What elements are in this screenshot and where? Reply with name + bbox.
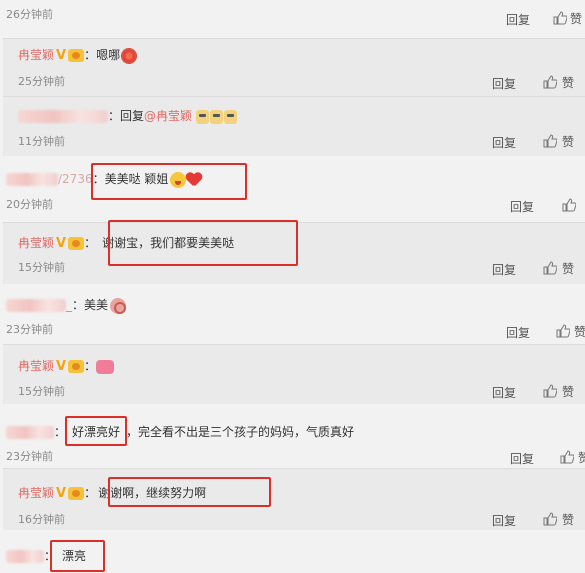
comment-content: ： 漂亮	[6, 547, 86, 564]
separator: ：	[44, 549, 57, 563]
reply-prefix: 回复	[120, 109, 145, 123]
username-blurred[interactable]	[6, 173, 58, 186]
verified-icon: V	[56, 359, 67, 374]
bluff-emoji-icon	[110, 297, 127, 314]
separator: ：	[84, 359, 97, 373]
pink-hands-emoji-icon	[96, 359, 115, 374]
comment-time: 25分钟前	[18, 75, 65, 88]
separator: ：	[72, 298, 85, 312]
comment-item: 26分钟前 回复 赞	[0, 0, 585, 38]
comment-time: 23分钟前	[6, 450, 53, 463]
username[interactable]: 冉莹颖	[18, 236, 54, 250]
comment-content: 冉莹颖 V ： 谢谢宝，我们都要美美哒	[18, 234, 234, 251]
comment-item: ： 漂亮	[0, 530, 585, 573]
verified-icon: V	[56, 486, 67, 501]
separator: ：	[54, 425, 67, 439]
thumbs-up-icon[interactable]	[553, 11, 567, 25]
comment-content: /2736：美美哒 颖姐	[6, 170, 202, 188]
reply-button[interactable]: 回复	[492, 134, 516, 151]
comment-time: 20分钟前	[6, 198, 53, 211]
reply-item: 冉莹颖 V ：嗯哪 25分钟前 回复 赞	[3, 38, 585, 96]
comment-text: 嗯哪	[96, 48, 121, 62]
thumbs-up-icon[interactable]	[556, 324, 570, 338]
reply-button[interactable]: 回复	[492, 512, 516, 529]
comment-text: 漂亮	[62, 549, 87, 563]
comment-content: ： 好漂亮好 ，完全看不出是三个孩子的妈妈，气质真好	[6, 423, 354, 440]
mention-link[interactable]: @冉莹颖	[144, 109, 192, 123]
like-button[interactable]: 赞	[562, 383, 574, 400]
reply-button[interactable]: 回复	[510, 198, 534, 215]
comment-time: 23分钟前	[6, 323, 53, 336]
comment-content: 冉莹颖 V ：谢谢啊，继续努力啊	[18, 484, 206, 501]
fan-badge-icon	[68, 487, 85, 500]
doge-emoji-icon	[224, 109, 238, 124]
heart-emoji-icon	[186, 173, 202, 187]
username-blurred[interactable]	[6, 550, 44, 563]
comment-text: 谢谢啊，继续努力啊	[98, 486, 207, 500]
reply-button[interactable]: 回复	[492, 75, 516, 92]
fan-badge-icon	[68, 360, 85, 373]
username-visible-part[interactable]: /2736	[58, 172, 93, 186]
thumbs-up-icon[interactable]	[543, 512, 557, 526]
like-button[interactable]: 赞	[562, 133, 574, 150]
comment-text: 美美哒 颖姐	[104, 172, 169, 186]
comment-time: 15分钟前	[18, 261, 65, 274]
thumbs-up-icon[interactable]	[543, 384, 557, 398]
separator: ：	[92, 172, 105, 186]
comment-text: ，完全看不出是三个孩子的妈妈，气质真好	[126, 425, 355, 439]
comment-time: 15分钟前	[18, 385, 65, 398]
verified-icon: V	[56, 236, 67, 251]
reply-item: 冉莹颖 V ： 谢谢宝，我们都要美美哒 15分钟前 回复 赞	[3, 222, 585, 284]
comment-item: _：美美 23分钟前 回复 赞	[0, 284, 585, 344]
comment-time: 11分钟前	[18, 135, 65, 148]
doge-emoji-icon	[196, 109, 210, 124]
doge-emoji-icon	[210, 109, 224, 124]
separator: ：	[84, 236, 97, 250]
comment-content: 冉莹颖 V ：嗯哪	[18, 46, 137, 63]
thumbs-up-icon[interactable]	[562, 198, 576, 212]
username-blurred[interactable]	[6, 299, 66, 312]
username-blurred[interactable]	[18, 110, 108, 123]
like-button[interactable]: 赞	[562, 260, 574, 277]
username[interactable]: 冉莹颖	[18, 48, 54, 62]
verified-icon: V	[56, 48, 67, 63]
reply-button[interactable]: 回复	[492, 261, 516, 278]
comment-text-highlighted: 好漂亮好	[72, 425, 121, 439]
comment-time: 16分钟前	[18, 513, 65, 526]
comment-content: ：回复@冉莹颖	[18, 107, 238, 124]
thumbs-up-icon[interactable]	[543, 75, 557, 89]
separator: ：	[84, 486, 97, 500]
comment-text: 谢谢宝，我们都要美美哒	[102, 236, 235, 250]
reply-item: 冉莹颖 V ：谢谢啊，继续努力啊 16分钟前 回复 赞	[3, 468, 585, 530]
reply-item: ：回复@冉莹颖 11分钟前 回复 赞	[3, 96, 585, 156]
comment-content: 冉莹颖 V ：	[18, 357, 115, 374]
fan-badge-icon	[68, 49, 85, 62]
like-button[interactable]: 赞	[562, 74, 574, 91]
comment-time: 26分钟前	[6, 8, 53, 21]
like-button[interactable]: 赞	[570, 10, 582, 27]
reply-item: 冉莹颖 V ： 15分钟前 回复 赞	[3, 344, 585, 404]
comment-item: /2736：美美哒 颖姐 20分钟前 回复	[0, 156, 585, 222]
like-button[interactable]: 赞	[562, 511, 574, 528]
thumbs-up-icon[interactable]	[543, 134, 557, 148]
fan-badge-icon	[68, 237, 85, 250]
like-button[interactable]: 赞	[574, 323, 585, 340]
flower-emoji-icon	[122, 48, 137, 63]
comment-text: 美美	[84, 298, 109, 312]
username[interactable]: 冉莹颖	[18, 486, 54, 500]
reply-button[interactable]: 回复	[506, 11, 530, 28]
tongue-face-emoji-icon	[170, 171, 187, 188]
thumbs-up-icon[interactable]	[560, 450, 574, 464]
thumbs-up-icon[interactable]	[543, 261, 557, 275]
comment-item: ： 好漂亮好 ，完全看不出是三个孩子的妈妈，气质真好 23分钟前 回复 赞	[0, 404, 585, 468]
reply-button[interactable]: 回复	[492, 384, 516, 401]
like-button[interactable]: 赞	[578, 449, 585, 466]
separator: ：	[84, 48, 97, 62]
comment-content: _：美美	[6, 296, 127, 314]
reply-button[interactable]: 回复	[510, 450, 534, 467]
reply-button[interactable]: 回复	[506, 324, 530, 341]
username[interactable]: 冉莹颖	[18, 359, 54, 373]
username-blurred[interactable]	[6, 426, 54, 439]
separator: ：	[108, 109, 121, 123]
